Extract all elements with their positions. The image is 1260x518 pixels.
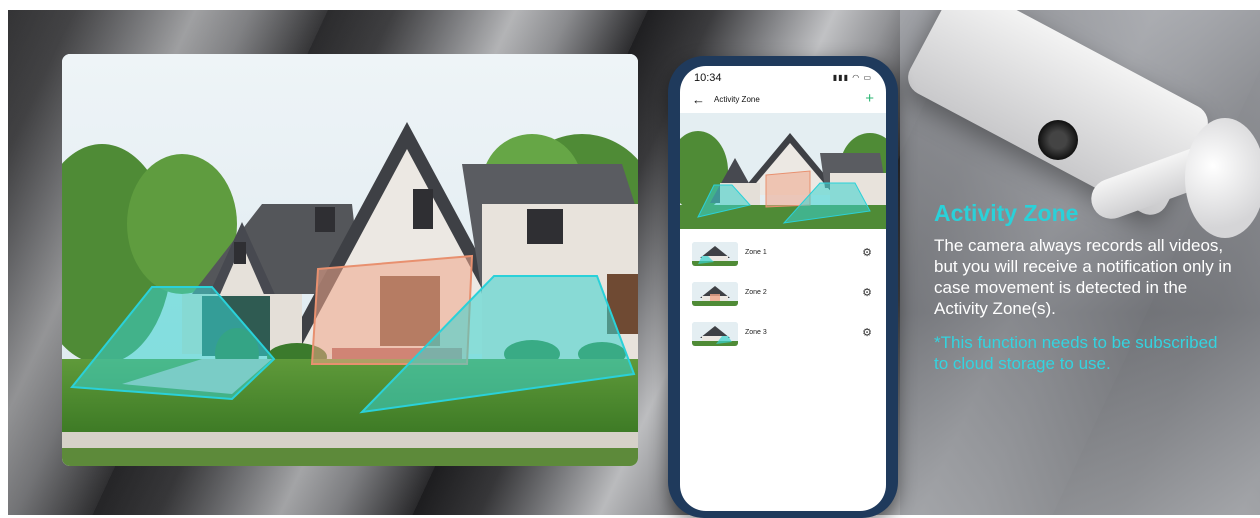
preview-image [680, 113, 886, 229]
feature-heading: Activity Zone [934, 200, 1079, 226]
zone-item-1[interactable]: Zone 1 ⚙ [680, 236, 886, 276]
camera-lens [1038, 120, 1078, 160]
zone-item-2[interactable]: Zone 2 ⚙ [680, 276, 886, 316]
zone-label: Zone 3 [745, 329, 767, 336]
feature-note: *This function needs to be subscribed to… [934, 333, 1218, 373]
gear-icon[interactable]: ⚙ [860, 326, 874, 340]
zone-label: Zone 1 [745, 249, 767, 256]
app-bar: ← Activity Zone + [680, 90, 886, 112]
zone-thumbnail [692, 242, 738, 266]
status-icons: ▮▮▮ ◠ ▭ [833, 73, 872, 82]
gear-icon[interactable]: ⚙ [860, 246, 874, 260]
page-title: Activity Zone [714, 95, 760, 104]
wifi-icon: ◠ [852, 73, 861, 82]
house-photo [62, 54, 638, 466]
phone-mockup: 10:34 ▮▮▮ ◠ ▭ ← Activity Zone + Zone 1 ⚙… [668, 56, 898, 518]
status-bar: 10:34 ▮▮▮ ◠ ▭ [694, 72, 872, 86]
feature-copy: Activity Zone The camera always records … [934, 200, 1234, 374]
feature-description: The camera always records all videos, bu… [934, 236, 1232, 318]
zone-label: Zone 2 [745, 289, 767, 296]
plus-icon[interactable]: + [865, 90, 874, 107]
battery-icon: ▭ [863, 73, 872, 82]
back-arrow-icon[interactable]: ← [692, 92, 705, 107]
signal-icon: ▮▮▮ [832, 73, 849, 82]
phone-screen: 10:34 ▮▮▮ ◠ ▭ ← Activity Zone + Zone 1 ⚙… [680, 66, 886, 511]
zone-item-3[interactable]: Zone 3 ⚙ [680, 316, 886, 356]
house-scene [62, 54, 638, 466]
status-time: 10:34 [694, 72, 722, 84]
camera-preview [680, 113, 886, 229]
zone-list: Zone 1 ⚙ Zone 2 ⚙ Zone 3 ⚙ [680, 236, 886, 356]
gear-icon[interactable]: ⚙ [860, 286, 874, 300]
zone-thumbnail [692, 322, 738, 346]
zone-thumbnail [692, 282, 738, 306]
